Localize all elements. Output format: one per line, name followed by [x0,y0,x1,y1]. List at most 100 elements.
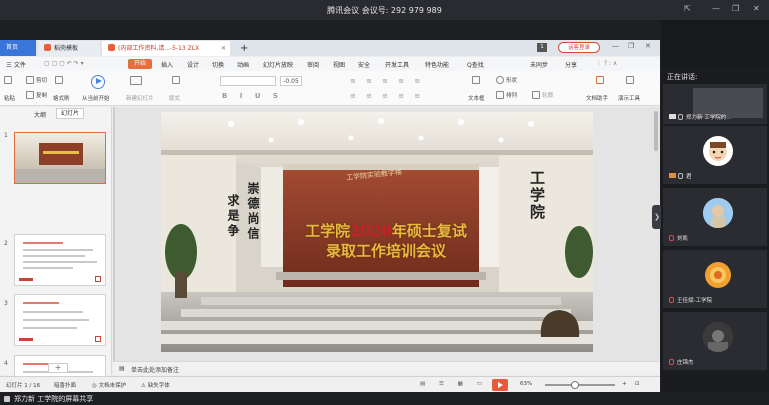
fit-window-icon[interactable]: ⊡ [635,381,640,387]
missing-font[interactable]: ⚠ 缺失字体 [141,381,170,389]
textbox-icon[interactable] [472,76,482,84]
align-buttons[interactable]: ≡ ≡ ≡ ≡ ≡ [350,92,424,100]
tab-presentation[interactable]: (内部工作资料,请...-5-13 ZLX ✕ [102,41,230,56]
sync-status[interactable]: 未同步 [530,60,548,69]
close-tab-icon[interactable]: ✕ [221,41,226,56]
new-slide-button[interactable]: 新建幻灯片 [126,94,154,102]
copy-button[interactable]: 复制 [26,91,47,99]
font-size-input[interactable]: -0.05 [280,76,302,86]
menu-design[interactable]: 设计 [187,60,199,69]
screen-share-icon [669,114,676,119]
participant-tile-1[interactable]: 郑力新 工学院的... [663,84,767,124]
play-icon[interactable] [91,75,105,89]
textbox-button[interactable]: 文本框 [468,94,485,102]
shape-icon[interactable]: 形状 [496,76,517,84]
textbox-graphic [472,76,480,84]
thumb-number-4: 4 [4,360,8,367]
login-button[interactable]: 话客登录 [558,42,600,53]
font-family-select[interactable] [220,76,276,86]
slide-thumbnail-1[interactable] [14,132,106,184]
slide-count: 幻灯片 1 / 16 [6,383,41,389]
tab-home[interactable]: 首页 [0,40,36,56]
text-style-buttons[interactable]: B I U S [222,92,283,100]
layout-button[interactable]: 版式 [169,94,180,102]
zoom-in-icon[interactable]: + [622,381,627,387]
slide-title-line-1: 工学院2020年硕士复试 [286,222,486,240]
participant-tile-4[interactable]: 王佳斌-工学院 [663,250,767,308]
more-icons[interactable]: ⋮ ? : ∧ [596,60,617,67]
doc-protection[interactable]: ◎ 文档未保护 [92,381,126,389]
menu-bar: 三 文件 ▢ ▢ ▢ ↶ ↷ ▾ 开始 插入 设计 切换 动画 幻灯片放映 审阅… [0,57,660,71]
menu-search[interactable]: Q查找 [467,60,484,69]
wps-restore-icon[interactable]: ❐ [628,42,634,50]
cut-button[interactable]: 剪切 [26,76,47,84]
paste-button[interactable] [4,76,14,84]
missing-font-label: 缺失字体 [147,383,170,389]
zoom-level[interactable]: 63% [520,381,532,387]
menu-start[interactable]: 开始 [128,59,152,69]
minimize-icon[interactable]: — [712,4,720,13]
meeting-title-bar: 腾讯会议 会议号: 292 979 989 ⇱ — ❐ ✕ [0,0,769,20]
screen-share-caption-bar: 郑力新 工学院的屏幕共享 [0,393,769,405]
wps-close-icon[interactable]: ✕ [645,42,651,50]
slide-thumbnail-2[interactable] [14,234,106,286]
document-tab-strip: 首页 稻壳模板 (内部工作资料,请...-5-13 ZLX ✕ + 1 话客登录 … [0,40,660,56]
page-badge: 1 [537,43,547,52]
tab-docer-templates[interactable]: 稻壳模板 [38,41,100,56]
quick-access-icons[interactable]: ▢ ▢ ▢ ↶ ↷ ▾ [44,60,84,67]
participant-name: 庄锦杰 [669,358,694,366]
add-slide-button[interactable]: + [48,363,68,373]
paste-label: 粘贴 [4,96,16,102]
tab-outline[interactable]: 大纲 [34,110,46,119]
share-indicator-icon [4,396,10,402]
participant-name: 君 [669,172,692,180]
layout-icon[interactable] [172,76,182,84]
mic-muted-icon [669,297,674,303]
canvas-scrollbar[interactable] [654,111,658,151]
menu-review[interactable]: 审阅 [307,60,319,69]
menu-security[interactable]: 安全 [358,60,370,69]
new-tab-button[interactable]: + [234,41,248,56]
new-slide-icon[interactable] [130,76,144,85]
participant-tile-5[interactable]: 庄锦杰 [663,312,767,370]
current-slide[interactable]: 工学院实验教学楼 工学院 崇德尚信 求是争 工学院2020年硕士复试 录取工作培… [161,112,593,352]
menu-features[interactable]: 特色功能 [425,60,449,69]
panel-header [661,20,769,68]
thumb-3-line [23,327,77,329]
doc-assistant-icon[interactable] [596,76,606,84]
title-part-institute: 工学院 [305,222,351,240]
presentation-tools-button[interactable]: 演示工具 [618,94,640,102]
paragraph-buttons[interactable]: ≡ ≡ ≡ ≡ ≡ [350,77,424,85]
arrange-button[interactable]: 排列 [496,91,517,99]
notes-placeholder[interactable]: 单击此处添加备注 [131,365,179,374]
share-button[interactable]: 分享 [565,60,577,69]
participant-tile-3[interactable]: 刘凯 [663,188,767,246]
restore-icon[interactable]: ❐ [732,4,739,13]
tab-slides[interactable]: 幻灯片 [56,108,84,119]
menu-slideshow[interactable]: 幻灯片放映 [263,60,293,69]
notes-bar[interactable]: ▤ 单击此处添加备注 [113,361,660,375]
zoom-slider-handle[interactable] [571,381,579,389]
outline-button[interactable]: 轮廓 [532,91,553,99]
play-from-current-button[interactable]: 从当前开始 [82,94,110,102]
doc-assistant-button[interactable]: 文档助手 [586,94,608,102]
slide-thumbnail-3[interactable] [14,294,106,346]
menu-dev-tools[interactable]: 开发工具 [385,60,409,69]
pin-icon[interactable]: ⇱ [684,4,691,13]
close-icon[interactable]: ✕ [753,4,760,13]
menu-insert[interactable]: 插入 [161,60,173,69]
slideshow-play-button[interactable] [492,379,508,391]
menu-transition[interactable]: 切换 [212,60,224,69]
menu-view[interactable]: 视图 [333,60,345,69]
wps-minimize-icon[interactable]: — [612,42,619,50]
avatar [703,198,733,228]
presentation-tools-icon[interactable] [626,76,636,84]
zoom-slider-track[interactable] [545,384,615,386]
format-painter-button[interactable] [55,76,65,84]
menu-animation[interactable]: 动画 [237,60,249,69]
menu-file[interactable]: 三 文件 [6,60,26,69]
meeting-title: 腾讯会议 会议号: 292 979 989 [327,6,442,15]
new-slide-graphic [130,76,142,85]
participant-tile-2[interactable]: 君 [663,126,767,184]
slide-canvas[interactable]: 工学院实验教学楼 工学院 崇德尚信 求是争 工学院2020年硕士复试 录取工作培… [113,107,660,375]
